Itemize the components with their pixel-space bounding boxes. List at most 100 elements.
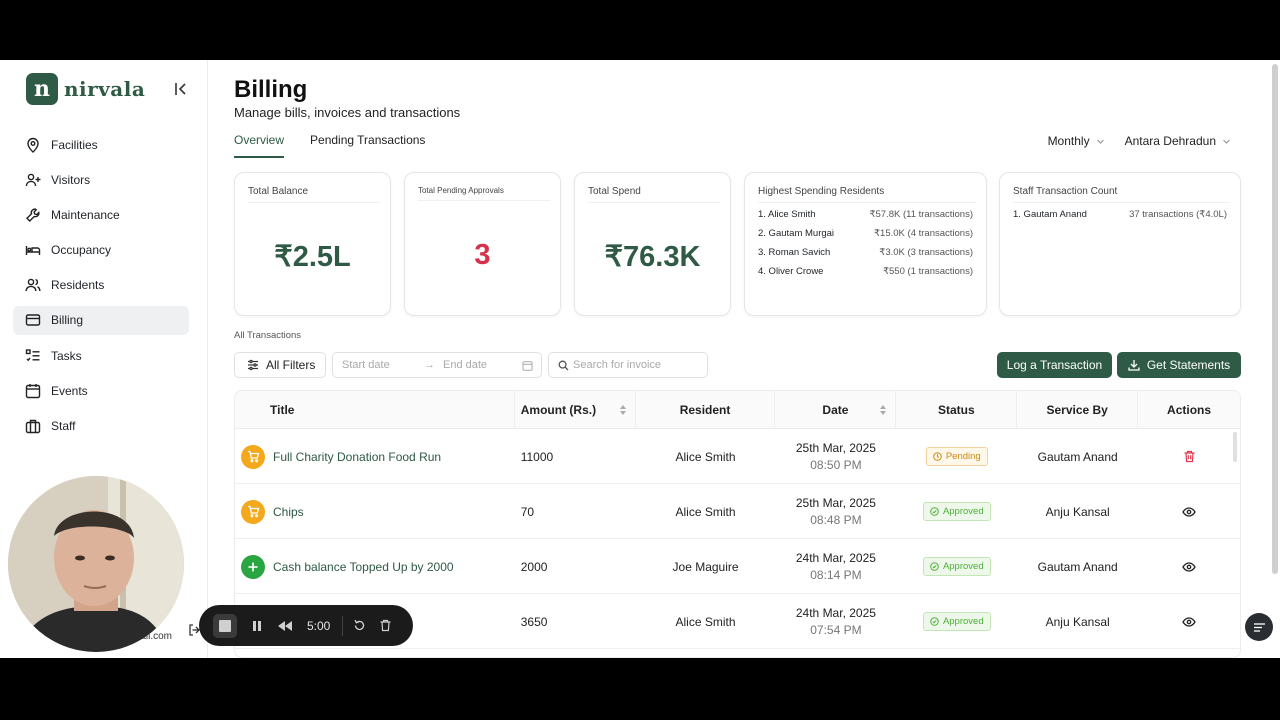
- chevron-down-icon: [1223, 139, 1230, 144]
- date-range-picker[interactable]: Start date → End date: [332, 352, 542, 378]
- search-input[interactable]: Search for invoice: [548, 352, 708, 378]
- resident-cell: Joe Maguire: [672, 559, 739, 574]
- credit-card-icon: [25, 314, 41, 327]
- status-text: Approved: [942, 506, 984, 517]
- tab-overview[interactable]: Overview: [234, 133, 285, 158]
- sidebar-item-maintenance[interactable]: Maintenance: [13, 200, 189, 229]
- filter-icon: [248, 359, 258, 371]
- service-by-cell: Gautam Anand: [1037, 449, 1118, 464]
- chevron-down-icon: [1096, 139, 1104, 144]
- column-status: Status: [896, 391, 1018, 429]
- stop-icon: [219, 619, 231, 632]
- highest-spending-card: Highest Spending Residents 1. Alice Smit…: [744, 172, 987, 316]
- get-statements-button[interactable]: Get Statements: [1117, 352, 1241, 378]
- pending-approvals-card[interactable]: Total Pending Approvals 3: [404, 172, 561, 316]
- delete-icon[interactable]: [1183, 450, 1196, 463]
- stop-recording-button[interactable]: [213, 613, 237, 638]
- logo-mark: n: [26, 73, 58, 105]
- column-amount-label: Amount (Rs.): [520, 403, 597, 417]
- rewind-icon[interactable]: [277, 620, 293, 632]
- status-badge: Pending: [925, 447, 988, 466]
- sidebar-item-label: Events: [51, 383, 88, 398]
- table-row[interactable]: Cash balance Topped Up by 2000 2000 Joe …: [235, 539, 1240, 594]
- log-transaction-button[interactable]: Log a Transaction: [997, 352, 1112, 378]
- sidebar-item-staff[interactable]: Staff: [13, 412, 189, 441]
- sort-icon[interactable]: [879, 404, 887, 416]
- facility-select[interactable]: Antara Dehradun: [1125, 134, 1231, 148]
- page-scrollbar[interactable]: [1272, 64, 1278, 574]
- resident-name: 4. Oliver Crowe: [758, 266, 824, 277]
- end-date-input[interactable]: End date: [443, 359, 487, 371]
- check-circle-icon: [930, 617, 939, 626]
- amount-cell: 70: [520, 504, 535, 519]
- view-icon[interactable]: [1182, 615, 1196, 629]
- users-icon: [25, 278, 41, 292]
- pause-icon[interactable]: [251, 620, 263, 632]
- sidebar-item-occupancy[interactable]: Occupancy: [13, 236, 189, 265]
- calendar-icon: [522, 361, 533, 371]
- time-text: 08:50 PM: [810, 458, 862, 472]
- status-text: Approved: [942, 561, 984, 572]
- total-balance-value: ₹2.5L: [274, 241, 351, 273]
- column-date[interactable]: Date: [775, 391, 897, 429]
- sidebar-item-visitors[interactable]: Visitors: [13, 165, 189, 194]
- transaction-title-link[interactable]: Full Charity Donation Food Run: [273, 450, 441, 464]
- resident-spend: ₹550 (1 transactions): [882, 266, 973, 277]
- start-date-input[interactable]: Start date: [342, 359, 390, 371]
- sidebar-item-label: Facilities: [51, 137, 98, 152]
- table-scrollbar[interactable]: [1233, 432, 1237, 462]
- table-header: Title Amount (Rs.) Resident Date Status …: [235, 391, 1240, 429]
- sidebar-item-events[interactable]: Events: [13, 376, 189, 405]
- service-by-cell: Anju Kansal: [1045, 504, 1110, 519]
- tab-pending-transactions[interactable]: Pending Transactions: [310, 133, 425, 158]
- main-content: Billing Manage bills, invoices and trans…: [209, 60, 1269, 658]
- transaction-title-link[interactable]: Chips: [273, 505, 304, 519]
- transaction-title-link[interactable]: Cash balance Topped Up by 2000: [273, 560, 454, 574]
- pending-approvals-value: 3: [474, 239, 491, 271]
- sidebar-item-billing[interactable]: Billing: [13, 305, 189, 335]
- table-row[interactable]: Chips 70 Alice Smith 25th Mar, 2025 08:48…: [235, 484, 1240, 539]
- column-amount[interactable]: Amount (Rs.): [515, 391, 636, 429]
- view-icon[interactable]: [1182, 560, 1196, 574]
- date-text: 25th Mar, 2025: [795, 496, 876, 510]
- arrow-right-icon: →: [424, 359, 435, 371]
- card-title: Total Spend: [588, 186, 720, 203]
- sidebar-item-facilities[interactable]: Facilities: [13, 130, 189, 159]
- list-item: 4. Oliver Crowe ₹550 (1 transactions): [758, 266, 973, 285]
- status-badge: Approved: [922, 502, 991, 521]
- recording-controls: 5:00: [199, 605, 413, 646]
- sidebar-item-residents[interactable]: Residents: [13, 271, 189, 300]
- table-row[interactable]: Full Charity Donation Food Run 11000 Ali…: [235, 429, 1240, 484]
- sidebar-item-tasks[interactable]: Tasks: [13, 341, 189, 370]
- restart-icon[interactable]: [353, 619, 366, 632]
- presenter-face-image: [8, 476, 184, 652]
- status-text: Approved: [942, 616, 984, 627]
- service-by-cell: Gautam Anand: [1037, 559, 1118, 574]
- trash-icon[interactable]: [379, 619, 392, 632]
- view-icon[interactable]: [1182, 505, 1196, 519]
- floating-menu-button[interactable]: [1245, 613, 1273, 641]
- status-badge: Approved: [922, 557, 991, 576]
- resident-spend: ₹3.0K (3 transactions): [879, 247, 973, 258]
- menu-list-icon: [1253, 622, 1265, 632]
- service-by-cell: Anju Kansal: [1045, 614, 1110, 629]
- date-text: 24th Mar, 2025: [795, 606, 876, 620]
- all-filters-button[interactable]: All Filters: [234, 352, 326, 378]
- collapse-sidebar-icon[interactable]: [172, 80, 190, 98]
- sort-icon[interactable]: [619, 404, 627, 416]
- card-title: Total Pending Approvals: [418, 186, 550, 201]
- date-cell: 25th Mar, 2025 08:50 PM: [796, 441, 876, 472]
- period-select[interactable]: Monthly: [1048, 134, 1105, 148]
- list-checks-icon: [25, 348, 40, 361]
- check-circle-icon: [930, 507, 939, 516]
- all-filters-label: All Filters: [266, 358, 316, 372]
- sidebar-item-label: Occupancy: [51, 243, 112, 258]
- brand-logo[interactable]: n nirvala: [26, 73, 145, 105]
- sidebar-item-label: Visitors: [51, 172, 91, 187]
- staff-count: 37 transactions (₹4.0L): [1129, 209, 1227, 220]
- recording-timer: 5:00: [307, 618, 331, 633]
- facility-value: Antara Dehradun: [1124, 134, 1216, 148]
- card-title: Staff Transaction Count: [1013, 186, 1230, 203]
- date-cell: 24th Mar, 2025 07:54 PM: [796, 606, 876, 637]
- list-item: 2. Gautam Murgai ₹15.0K (4 transactions): [758, 228, 973, 247]
